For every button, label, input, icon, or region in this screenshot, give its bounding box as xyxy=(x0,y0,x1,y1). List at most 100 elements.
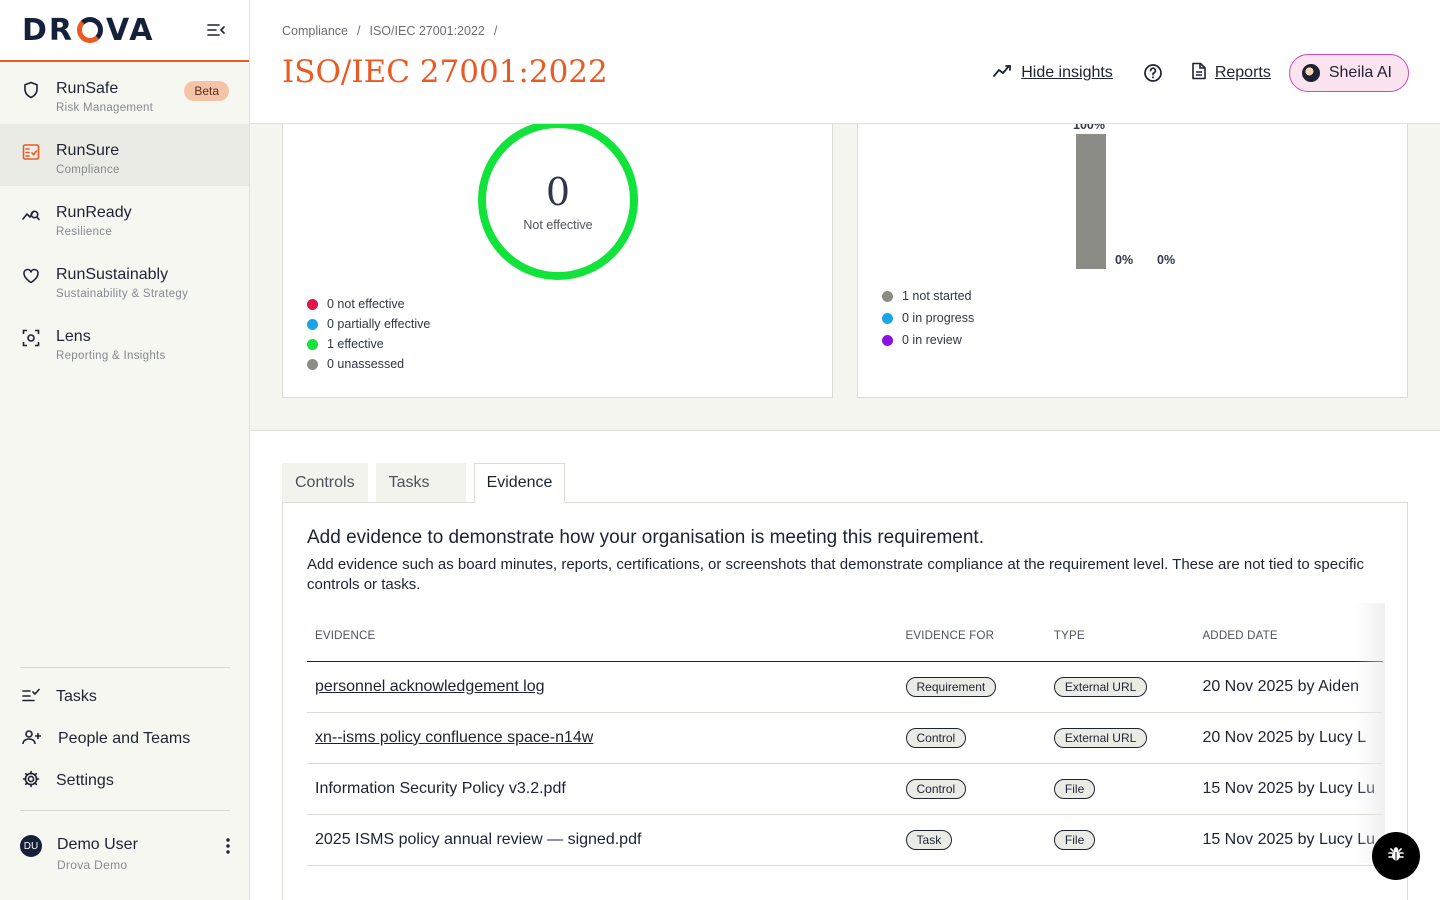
sidebar-item-runready[interactable]: RunReady Resilience xyxy=(0,186,249,248)
sidebar-item-subtitle: Resilience xyxy=(56,226,113,238)
breadcrumb-separator: / xyxy=(357,24,361,38)
sidebar-item-people[interactable]: People and Teams xyxy=(0,718,250,760)
user-org: Drova Demo xyxy=(57,858,128,872)
tab-tasks[interactable]: Tasks xyxy=(375,463,466,502)
column-header-type[interactable]: TYPE xyxy=(1045,611,1195,662)
sidebar-item-tasks[interactable]: Tasks xyxy=(0,676,250,718)
collapse-sidebar-icon[interactable] xyxy=(205,19,227,41)
sidebar-divider xyxy=(20,667,230,668)
evidence-description: Add evidence such as board minutes, repo… xyxy=(307,556,1364,593)
sheila-ai-icon xyxy=(1301,64,1320,82)
legend-dot xyxy=(882,290,893,302)
tab-evidence[interactable]: Evidence xyxy=(473,463,566,503)
legend-dot xyxy=(882,312,893,324)
page-header: Compliance / ISO/IEC 27001:2022 / ISO/IE… xyxy=(250,0,1440,124)
drova-logo[interactable]: DR VA xyxy=(22,13,154,48)
sidebar-item-title: RunSustainably xyxy=(56,266,169,283)
legend-item: 0 not effective xyxy=(307,294,430,314)
legend-dot xyxy=(307,358,318,370)
sidebar-item-title: RunSafe xyxy=(56,80,119,97)
evidence-link[interactable]: xn--isms policy confluence space-n14w xyxy=(315,729,593,746)
sidebar-item-label: Settings xyxy=(56,772,114,789)
table-row[interactable]: personnel acknowledgement log Requiremen… xyxy=(307,661,1383,713)
breadcrumb-iso[interactable]: ISO/IEC 27001:2022 xyxy=(370,24,485,38)
hide-insights-label: Hide insights xyxy=(1021,64,1113,81)
column-header-evidence[interactable]: EVIDENCE xyxy=(307,611,898,662)
effectiveness-value: 0 xyxy=(545,170,571,214)
sidebar: DR VA RunSafe Risk Management Beta RunSur… xyxy=(0,0,250,900)
legend-label: 0 in review xyxy=(902,333,962,347)
table-row[interactable]: 2025 ISMS policy annual review — signed.… xyxy=(307,814,1383,866)
evidence-for-badge: Control xyxy=(905,727,967,748)
reports-button[interactable]: Reports xyxy=(1191,62,1271,85)
task-status-card: 100% 0% 0% 1 not started 0 in progress 0 i… xyxy=(857,118,1409,398)
bug-icon xyxy=(1387,845,1405,868)
sidebar-item-label: People and Teams xyxy=(58,730,191,747)
table-row[interactable]: Information Security Policy v3.2.pdf Con… xyxy=(307,763,1383,815)
sidebar-divider xyxy=(20,810,230,811)
column-header-evidence-for[interactable]: EVIDENCE FOR xyxy=(897,611,1046,662)
sidebar-item-label: Tasks xyxy=(56,688,97,705)
sidebar-item-lens[interactable]: Lens Reporting & Insights xyxy=(0,310,249,372)
evidence-name: Information Security Policy v3.2.pdf xyxy=(307,763,898,815)
requirement-tabs: Controls Tasks Evidence xyxy=(282,463,566,503)
sidebar-item-title: RunReady xyxy=(56,204,132,221)
evidence-name: 2025 ISMS policy annual review — signed.… xyxy=(307,814,898,866)
legend-label: 1 not started xyxy=(902,289,972,303)
bar-value-label: 0% xyxy=(1115,253,1134,267)
legend-dot xyxy=(307,338,318,350)
hide-insights-button[interactable]: Hide insights xyxy=(993,64,1113,83)
table-row[interactable]: xn--isms policy confluence space-n14w Co… xyxy=(307,712,1383,764)
sidebar-item-runsustainably[interactable]: RunSustainably Sustainability & Strategy xyxy=(0,248,249,310)
sidebar-item-runsafe[interactable]: RunSafe Risk Management Beta xyxy=(0,62,249,124)
task-status-bars: 100% 0% 0% xyxy=(858,118,1409,274)
task-status-legend: 1 not started 0 in progress 0 in review xyxy=(882,285,974,351)
shield-icon xyxy=(22,81,40,99)
evidence-for-badge: Task xyxy=(905,829,953,850)
table-scroll-shadow xyxy=(1355,603,1385,863)
breadcrumb-compliance[interactable]: Compliance xyxy=(282,24,348,38)
help-icon[interactable] xyxy=(1143,63,1163,83)
legend-label: 0 in progress xyxy=(902,311,975,325)
sidebar-item-settings[interactable]: Settings xyxy=(0,760,250,802)
user-menu[interactable]: DU Demo User Drova Demo xyxy=(0,830,250,880)
legend-dot xyxy=(882,334,893,346)
legend-item: 0 partially effective xyxy=(307,314,430,334)
trend-line-icon xyxy=(993,64,1013,83)
bug-report-button[interactable] xyxy=(1372,832,1420,880)
type-badge: External URL xyxy=(1053,727,1148,748)
breadcrumb-separator: / xyxy=(493,24,498,38)
logo-bar: DR VA xyxy=(0,0,249,62)
effectiveness-label: Not effective xyxy=(523,218,593,232)
sidebar-item-runsure[interactable]: RunSure Compliance xyxy=(0,124,249,186)
type-badge: External URL xyxy=(1053,676,1148,697)
effectiveness-ring: 0 Not effective xyxy=(478,120,638,280)
people-icon xyxy=(22,729,42,750)
status-bar xyxy=(1076,134,1106,269)
sidebar-item-subtitle: Reporting & Insights xyxy=(56,350,166,362)
kebab-menu-icon[interactable] xyxy=(226,838,230,859)
evidence-table: EVIDENCE EVIDENCE FOR TYPE ADDED DATE pe… xyxy=(307,611,1383,866)
evidence-panel: Add evidence to demonstrate how your org… xyxy=(282,502,1408,900)
type-badge: File xyxy=(1053,778,1096,799)
tab-controls[interactable]: Controls xyxy=(282,463,368,502)
heart-icon xyxy=(22,267,40,285)
evidence-link[interactable]: personnel acknowledgement log xyxy=(315,678,544,695)
legend-label: 0 partially effective xyxy=(327,317,431,331)
document-icon xyxy=(1191,62,1207,85)
evidence-heading: Add evidence to demonstrate how your org… xyxy=(307,527,984,548)
reports-label: Reports xyxy=(1214,64,1271,81)
sidebar-item-subtitle: Compliance xyxy=(56,164,120,176)
avatar: DU xyxy=(20,835,42,857)
sidebar-item-title: RunSure xyxy=(56,142,120,159)
legend-label: 1 effective xyxy=(327,337,384,351)
chart-search-icon xyxy=(22,205,40,223)
sidebar-item-subtitle: Sustainability & Strategy xyxy=(56,288,189,300)
sheila-ai-button[interactable]: Sheila AI xyxy=(1288,54,1409,92)
legend-item: 1 not started xyxy=(882,285,974,307)
type-badge: File xyxy=(1053,829,1096,850)
legend-label: 0 unassessed xyxy=(327,357,405,371)
main-content: 0 Not effective 0 not effective 0 partia… xyxy=(250,0,1440,900)
sheila-ai-label: Sheila AI xyxy=(1328,64,1392,81)
legend-item: 0 unassessed xyxy=(307,354,430,374)
